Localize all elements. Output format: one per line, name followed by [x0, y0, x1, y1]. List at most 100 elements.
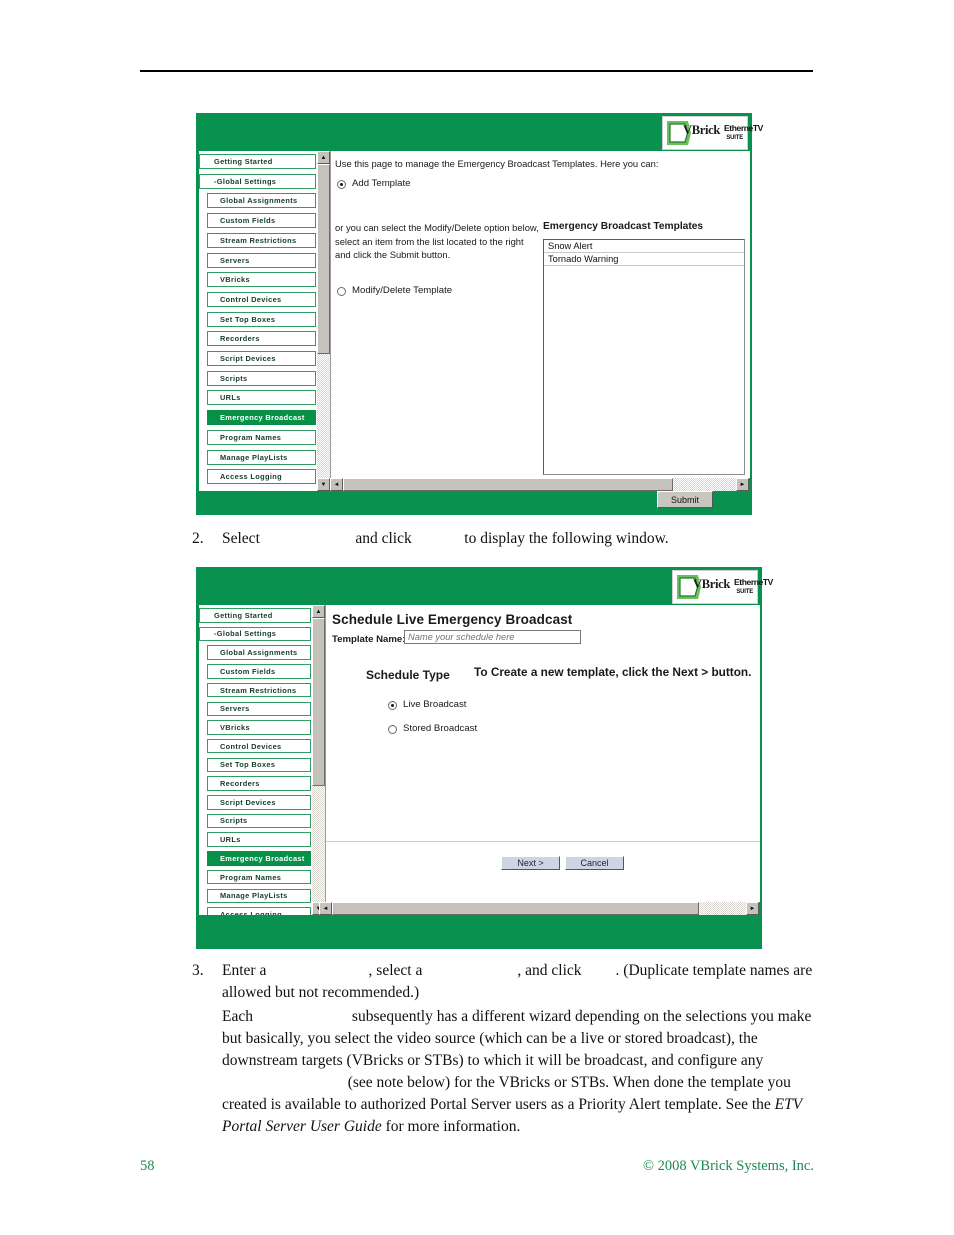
sidebar-item-urls[interactable]: URLs	[207, 390, 316, 406]
sidebar-item-label: Stream Restrictions	[220, 235, 297, 245]
sidebar-item-getting-started[interactable]: Getting Started	[199, 608, 311, 623]
sidebar-item-recorders[interactable]: Recorders	[207, 776, 311, 791]
template-name-input[interactable]	[404, 630, 581, 644]
sidebar-item-label: URLs	[220, 835, 241, 845]
sidebar-item-script-devices[interactable]: Script Devices	[207, 351, 316, 366]
hscroll-left-arrow-2[interactable]: ◄	[319, 902, 332, 915]
text-run: Enter a	[222, 962, 271, 979]
sidebar-item-vbricks[interactable]: VBricks	[207, 272, 316, 288]
hidden-term: Stream Restrictions	[222, 1072, 344, 1094]
step-2-text: Select Add Template and click Submit to …	[222, 528, 822, 550]
sidebar-item-label: Scripts	[220, 816, 248, 826]
sidebar-item-script-devices[interactable]: Script Devices	[207, 795, 311, 810]
sidebar-item-scripts[interactable]: Scripts	[207, 370, 316, 386]
radio-live-broadcast[interactable]	[388, 701, 397, 710]
sidebar-nav-1[interactable]: Getting Started -Global Settings Global As…	[199, 151, 316, 491]
radio-stored-broadcast[interactable]	[388, 725, 397, 734]
sidebar-item-emergency-broadcast[interactable]: Emergency Broadcast	[207, 410, 316, 426]
label-modify-delete-template: Modify/Delete Template	[352, 285, 453, 296]
radio-modify-delete-template[interactable]	[337, 287, 346, 296]
create-template-hint: To Create a new template, click the Next…	[474, 665, 752, 679]
list-item[interactable]: Tornado Warning	[544, 253, 744, 266]
logo-suite-text-2: SUITE	[736, 589, 753, 595]
text-run: and click	[351, 530, 416, 547]
sidebar-item-program-names[interactable]: Program Names	[207, 429, 316, 445]
sidebar-item-label: -Global Settings	[214, 176, 277, 186]
sidebar-item-stream-restrictions[interactable]: Stream Restrictions	[207, 232, 316, 248]
sidebar-item-label: Custom Fields	[220, 216, 276, 226]
sidebar-item-recorders[interactable]: Recorders	[207, 331, 316, 347]
sidebar-item-label: Set Top Boxes	[220, 760, 276, 770]
sidebar-item-servers[interactable]: Servers	[207, 701, 311, 716]
sidebar-item-custom-fields[interactable]: Custom Fields	[207, 664, 311, 679]
cancel-button[interactable]: Cancel	[565, 856, 624, 870]
scroll-up-arrow-1[interactable]: ▲	[317, 151, 330, 164]
hidden-term: Next	[585, 960, 615, 982]
sidebar-item-set-top-boxes[interactable]: Set Top Boxes	[207, 757, 311, 773]
sidebar-item-control-devices[interactable]: Control Devices	[207, 291, 316, 307]
hidden-term: Add Template	[264, 528, 352, 550]
sidebar-item-global-assignments[interactable]: Global Assignments	[207, 193, 316, 209]
list-item[interactable]: Snow Alert	[544, 240, 744, 253]
step-3-text: Enter a Template Name, select a Schedule…	[222, 960, 822, 1004]
hidden-term: Schedule Type	[257, 1006, 348, 1028]
hscroll-left-arrow-1[interactable]: ◄	[330, 478, 343, 491]
sidebar-item-scripts[interactable]: Scripts	[207, 813, 311, 829]
hidden-term: Schedule Type	[426, 960, 517, 982]
sidebar-item-label: Custom Fields	[220, 666, 276, 676]
emergency-broadcast-templates-list[interactable]: Snow Alert Tornado Warning	[543, 239, 745, 475]
sidebar-item-label: Servers	[220, 255, 250, 265]
text-run: , and click	[517, 962, 586, 979]
templates-list-title: Emergency Broadcast Templates	[543, 221, 704, 232]
sidebar-item-stream-restrictions[interactable]: Stream Restrictions	[207, 682, 311, 698]
sidebar-item-emergency-broadcast[interactable]: Emergency Broadcast	[207, 851, 311, 866]
submit-button[interactable]: Submit	[657, 491, 713, 508]
hscroll-right-arrow-2[interactable]: ►	[746, 902, 759, 915]
app-titlebar-2: VBrick EtherneTV SUITE	[196, 567, 773, 605]
footer-page-number: 58	[140, 1158, 155, 1174]
sidebar-item-label: Stream Restrictions	[220, 685, 297, 695]
sidebar-item-program-names[interactable]: Program Names	[207, 869, 311, 885]
scroll-up-arrow-2[interactable]: ▲	[312, 605, 325, 618]
hscroll-thumb-2[interactable]	[332, 902, 699, 915]
content-hscrollbar-2[interactable]: ◄ ►	[319, 902, 759, 915]
sidebar-item-label: Control Devices	[220, 294, 282, 304]
vscroll-thumb-2[interactable]	[312, 618, 325, 786]
sidebar-item-control-devices[interactable]: Control Devices	[207, 738, 311, 754]
text-run: for more information.	[381, 1118, 521, 1135]
sidebar-vscrollbar-2[interactable]: ▲ ▼	[311, 605, 325, 915]
sidebar-item-label: Emergency Broadcast	[220, 853, 305, 863]
sidebar-item-access-logging[interactable]: Access Logging	[207, 907, 311, 915]
step-3: 3. Enter a Template Name, select a Sched…	[192, 960, 822, 1004]
vbrick-logo-1: VBrick EtherneTV SUITE	[662, 116, 763, 150]
logo-suite-text: SUITE	[726, 135, 743, 141]
sidebar-item-servers[interactable]: Servers	[207, 252, 316, 268]
sidebar-item-urls[interactable]: URLs	[207, 832, 311, 847]
radio-add-template[interactable]	[337, 180, 346, 189]
schedule-type-label: Schedule Type	[366, 668, 450, 682]
sidebar-item-label: Getting Started	[214, 157, 273, 166]
next-button[interactable]: Next >	[501, 856, 560, 870]
form-divider	[326, 841, 760, 842]
sidebar-item-set-top-boxes[interactable]: Set Top Boxes	[207, 311, 316, 327]
schedule-heading: Schedule Live Emergency Broadcast	[332, 612, 573, 627]
sidebar-item-global-settings[interactable]: -Global Settings	[199, 173, 316, 189]
sidebar-item-global-assignments[interactable]: Global Assignments	[207, 645, 311, 660]
sidebar-item-access-logging[interactable]: Access Logging	[207, 469, 316, 485]
content-hscrollbar-1[interactable]: ◄ ►	[330, 478, 749, 491]
hscroll-right-arrow-1[interactable]: ►	[736, 478, 749, 491]
sidebar-item-global-settings[interactable]: -Global Settings	[199, 626, 311, 642]
sidebar-item-manage-playlists[interactable]: Manage PlayLists	[207, 449, 316, 465]
app-window-schedule-broadcast: VBrick EtherneTV SUITE Getting Started -G…	[196, 567, 773, 949]
sidebar-item-custom-fields[interactable]: Custom Fields	[207, 213, 316, 229]
sidebar-nav-2[interactable]: Getting Started -Global Settings Global As…	[199, 605, 311, 915]
sidebar-item-label: Manage PlayLists	[220, 452, 288, 462]
sidebar-item-manage-playlists[interactable]: Manage PlayLists	[207, 888, 311, 903]
sidebar-item-getting-started[interactable]: Getting Started	[199, 154, 316, 169]
vscroll-thumb-1[interactable]	[317, 164, 330, 354]
scroll-down-arrow-1[interactable]: ▼	[317, 478, 330, 491]
sidebar-item-vbricks[interactable]: VBricks	[207, 720, 311, 735]
hscroll-thumb-1[interactable]	[343, 478, 673, 491]
sidebar-vscrollbar-1[interactable]: ▲ ▼	[316, 151, 330, 491]
logo-product-text: EtherneTV	[724, 123, 763, 133]
